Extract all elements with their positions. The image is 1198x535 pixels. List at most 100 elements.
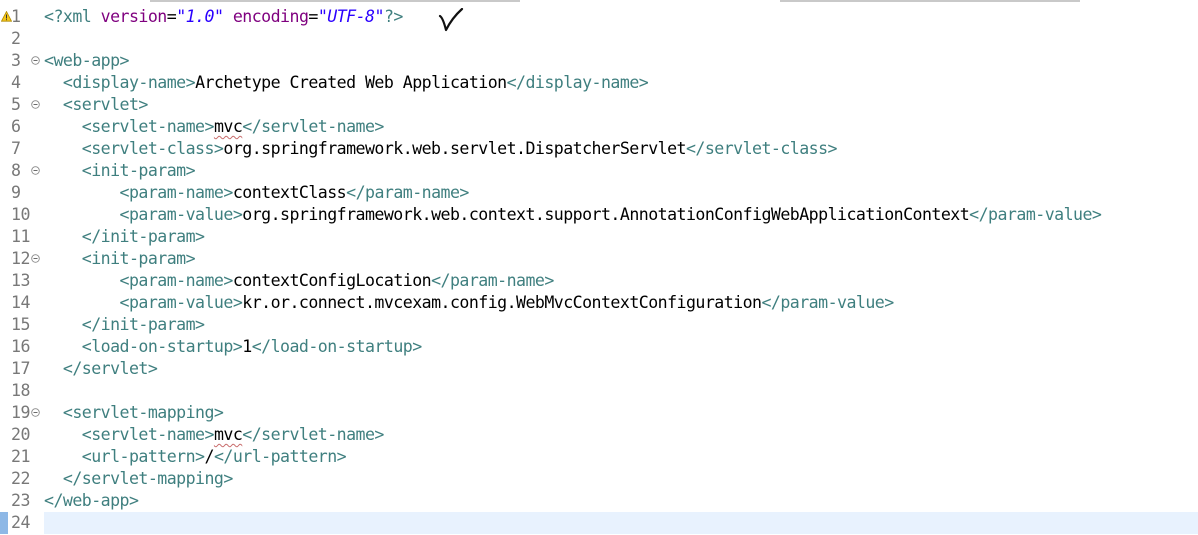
editor-top-edge (0, 0, 1198, 3)
code-line[interactable]: 11 </init-param> (0, 226, 1198, 248)
tab-edge-left (150, 0, 520, 2)
code-line[interactable]: 8 <init-param> (0, 160, 1198, 182)
xml-tag: <display-name> (62, 73, 196, 92)
line-number: 2 (11, 29, 21, 48)
xml-tag: </servlet> (62, 359, 158, 378)
code-text[interactable]: <param-value>kr.or.connect.mvcexam.confi… (44, 292, 895, 314)
line-number: 23 (11, 491, 30, 510)
xml-tag: <url-pattern> (81, 447, 205, 466)
line-number: 15 (11, 315, 30, 334)
code-line[interactable]: 9 <param-name>contextClass</param-name> (0, 182, 1198, 204)
code-line[interactable]: 24 (0, 512, 1198, 534)
code-line[interactable]: 19 <servlet-mapping> (0, 402, 1198, 424)
text-token: = (166, 7, 177, 26)
code-text[interactable]: </web-app> (44, 490, 139, 512)
line-number: 21 (11, 447, 30, 466)
fold-collapse-icon[interactable] (31, 166, 40, 175)
text-token: = (308, 7, 318, 26)
xml-tag: </param-value> (969, 205, 1102, 224)
code-text[interactable]: <servlet> (44, 94, 149, 116)
code-line[interactable]: 18 (0, 380, 1198, 402)
code-text[interactable]: <init-param> (44, 160, 196, 182)
xml-tag: </display-name> (506, 73, 649, 92)
line-number: 14 (11, 293, 30, 312)
xml-tag: <servlet-mapping> (62, 403, 224, 422)
line-number: 11 (11, 227, 30, 246)
xml-editor[interactable]: 1 <?xml version="1.0" encoding="UTF-8"?> 2… (0, 0, 1198, 535)
text-token: mvc (213, 425, 243, 444)
xml-tag: </param-name> (431, 271, 554, 290)
code-text[interactable]: <servlet-name>mvc</servlet-name> (44, 116, 385, 138)
xml-tag: </init-param> (81, 227, 205, 246)
code-line[interactable]: 7 <servlet-class>org.springframework.web… (0, 138, 1198, 160)
tab-edge-right (780, 0, 1080, 2)
code-text[interactable]: <param-name>contextConfigLocation</param… (44, 270, 555, 292)
xml-attribute: version (100, 7, 168, 26)
code-line[interactable]: 17 </servlet> (0, 358, 1198, 380)
code-line[interactable]: 6 <servlet-name>mvc</servlet-name> (0, 116, 1198, 138)
xml-tag: <init-param> (81, 161, 196, 180)
xml-tag: <servlet> (62, 95, 149, 114)
code-line[interactable]: 20 <servlet-name>mvc</servlet-name> (0, 424, 1198, 446)
code-text[interactable]: <url-pattern>/</url-pattern> (44, 446, 347, 468)
code-text[interactable]: </servlet> (44, 358, 158, 380)
code-text[interactable]: <web-app> (44, 50, 130, 72)
xml-tag: <servlet-name> (81, 425, 215, 444)
xml-declaration: ?> (383, 7, 403, 26)
line-number: 4 (11, 73, 21, 92)
code-line[interactable]: 15 </init-param> (0, 314, 1198, 336)
code-line[interactable]: 4 <display-name>Archetype Created Web Ap… (0, 72, 1198, 94)
code-line[interactable]: 10 <param-value>org.springframework.web.… (0, 204, 1198, 226)
code-line[interactable]: 13 <param-name>contextConfigLocation</pa… (0, 270, 1198, 292)
code-text[interactable]: <?xml version="1.0" encoding="UTF-8"?> (44, 6, 403, 28)
text-token: mvc (213, 117, 243, 136)
code-text[interactable]: <display-name>Archetype Created Web Appl… (44, 72, 649, 94)
xml-tag: </servlet-class> (685, 139, 838, 158)
code-text[interactable]: </init-param> (44, 226, 205, 248)
code-line[interactable]: 1 <?xml version="1.0" encoding="UTF-8"?> (0, 6, 1198, 28)
xml-declaration: <?xml (44, 7, 101, 26)
line-number: 18 (11, 381, 30, 400)
code-line[interactable]: 16 <load-on-startup>1</load-on-startup> (0, 336, 1198, 358)
code-line[interactable]: 12 <init-param> (0, 248, 1198, 270)
code-text[interactable]: </init-param> (44, 314, 205, 336)
line-number: 6 (11, 117, 21, 136)
text-token: 1 (242, 337, 252, 356)
code-text[interactable]: <servlet-name>mvc</servlet-name> (44, 424, 385, 446)
text-token: Archetype Created Web Application (195, 73, 507, 92)
code-text[interactable]: <param-name>contextClass</param-name> (44, 182, 470, 204)
code-text[interactable]: <servlet-class>org.springframework.web.s… (44, 138, 838, 160)
code-line[interactable]: 23 </web-app> (0, 490, 1198, 512)
xml-tag: <param-value> (119, 293, 243, 312)
code-text[interactable]: <init-param> (44, 248, 196, 270)
code-line[interactable]: 21 <url-pattern>/</url-pattern> (0, 446, 1198, 468)
code-text[interactable]: <load-on-startup>1</load-on-startup> (44, 336, 422, 358)
code-text[interactable]: </servlet-mapping> (44, 468, 233, 490)
code-line[interactable]: 3 <web-app> (0, 50, 1198, 72)
code-line[interactable]: 22 </servlet-mapping> (0, 468, 1198, 490)
fold-collapse-icon[interactable] (31, 254, 40, 263)
fold-collapse-icon[interactable] (31, 100, 40, 109)
text-token: contextConfigLocation (232, 271, 432, 290)
code-text[interactable]: <servlet-mapping> (44, 402, 224, 424)
xml-tag: <servlet-name> (81, 117, 215, 136)
code-line[interactable]: 14 <param-value>kr.or.connect.mvcexam.co… (0, 292, 1198, 314)
code-line[interactable]: 5 <servlet> (0, 94, 1198, 116)
fold-collapse-icon[interactable] (31, 408, 40, 417)
line-number: 22 (11, 469, 30, 488)
code-text[interactable]: <param-value>org.springframework.web.con… (44, 204, 1102, 226)
line-number: 10 (11, 205, 30, 224)
xml-tag: <web-app> (44, 51, 130, 70)
fold-collapse-icon[interactable] (31, 56, 40, 65)
code-line[interactable]: 2 (0, 28, 1198, 50)
